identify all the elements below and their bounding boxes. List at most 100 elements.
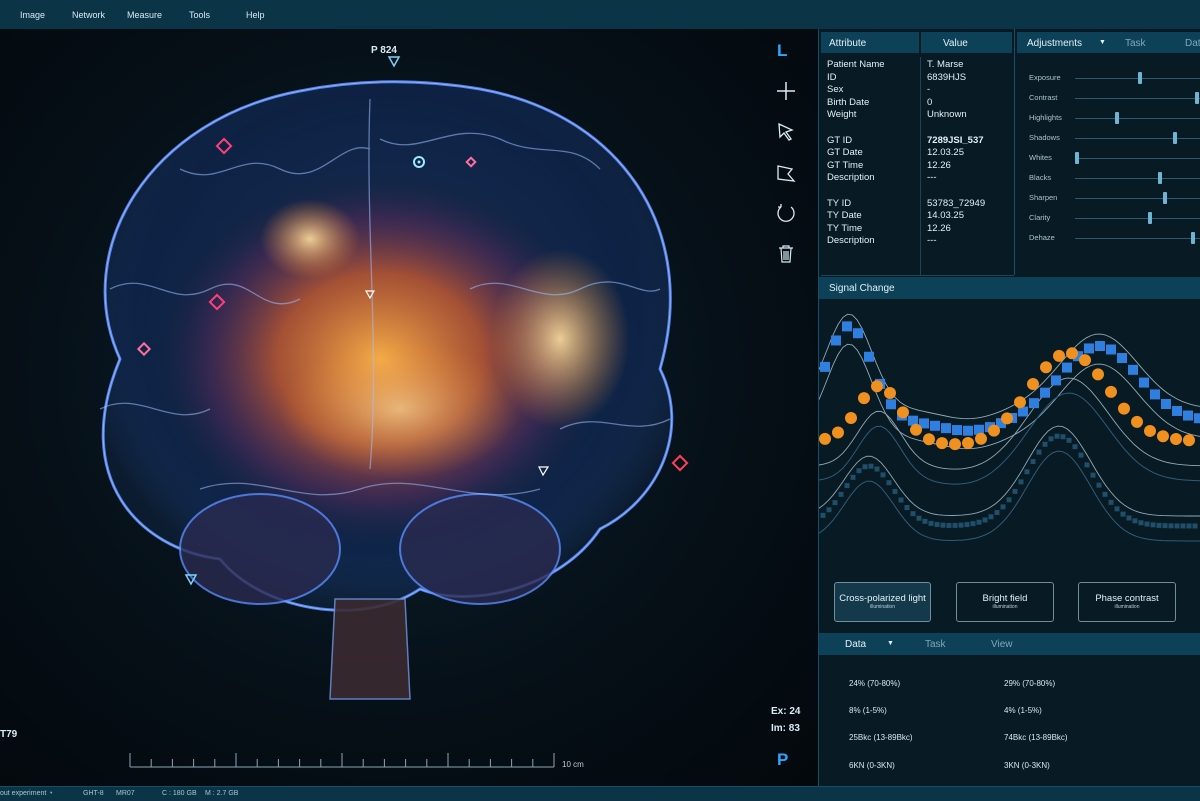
slider-handle[interactable] <box>1138 72 1143 84</box>
attribute-row: GT ID 7289JSI_537 <box>821 135 1014 147</box>
attribute-value: Unknown <box>927 109 967 121</box>
attribute-row <box>821 185 1014 197</box>
bright-field-button[interactable]: Bright field illumination <box>956 582 1054 622</box>
slider-track[interactable] <box>1075 118 1200 119</box>
add-tool-button[interactable] <box>770 75 802 107</box>
slider-handle[interactable] <box>1190 232 1195 244</box>
attribute-table: Patient Name T. Marse ID 6839HJS Sex - Birth D… <box>821 57 1014 276</box>
status-c: C : 180 GB <box>162 790 197 797</box>
signal-marker <box>1192 523 1198 529</box>
attribute-key: ID <box>827 71 837 83</box>
slider-label: Sharpen <box>1029 193 1058 202</box>
chevron-down-icon[interactable]: ▼ <box>887 640 894 647</box>
value-header-label: Value <box>943 38 968 49</box>
signal-marker <box>1150 522 1156 528</box>
signal-marker <box>1096 482 1102 488</box>
attribute-row: Weight Unknown <box>821 109 1014 121</box>
signal-marker <box>1092 368 1104 381</box>
tab-task[interactable]: Task <box>1125 38 1146 49</box>
signal-marker <box>1174 523 1180 529</box>
phase-contrast-button[interactable]: Phase contrast illumination <box>1078 582 1176 622</box>
menu-tools[interactable]: Tools <box>189 10 210 20</box>
signal-marker <box>1117 353 1127 364</box>
cursor-arrow-icon <box>778 122 794 141</box>
status-experiment: out experiment <box>0 790 47 797</box>
tab-adjustments[interactable]: Adjustments <box>1027 38 1082 49</box>
pointer-tool-button[interactable] <box>770 116 802 148</box>
slider-track[interactable] <box>1075 198 1200 199</box>
status-m: M : 2.7 GB <box>205 790 239 797</box>
cross-polarized-button[interactable]: Cross-polarized light illumination <box>834 582 931 622</box>
attribute-row: TY Time 12.26 <box>821 223 1014 235</box>
rotate-tool-button[interactable] <box>770 197 802 229</box>
attribute-row: Description --- <box>821 235 1014 247</box>
signal-marker <box>1126 515 1132 521</box>
image-viewer[interactable]: P 824 T79 Ex: 24 Im: 83 10 cm <box>0 29 818 786</box>
slider-label: Blacks <box>1029 173 1052 182</box>
slider-track[interactable] <box>1075 98 1200 99</box>
polygon-icon <box>777 165 796 182</box>
data-cell: 74Bkc (13-89Bkc) <box>1004 733 1068 742</box>
slider-track[interactable] <box>1075 218 1200 219</box>
tab-data-adjustments[interactable]: Data <box>1185 38 1200 49</box>
signal-marker <box>1194 413 1200 424</box>
menu-help[interactable]: Help <box>246 10 265 20</box>
slider-track[interactable] <box>1075 138 1200 139</box>
slider-handle[interactable] <box>1148 212 1153 224</box>
slider-handle[interactable] <box>1162 192 1167 204</box>
signal-marker <box>934 522 940 528</box>
attribute-row: GT Time 12.26 <box>821 160 1014 172</box>
attribute-value: 7289JSI_537 <box>927 134 984 146</box>
slider-handle[interactable] <box>1172 132 1177 144</box>
signal-marker <box>856 468 862 474</box>
slider-handle[interactable] <box>1115 112 1120 124</box>
polygon-tool-button[interactable] <box>770 157 802 189</box>
slider-handle[interactable] <box>1194 92 1199 104</box>
signal-marker <box>1027 378 1039 391</box>
attribute-header-label: Attribute <box>829 38 867 49</box>
signal-marker <box>1040 387 1050 398</box>
data-cell: 6KN (0-3KN) <box>849 761 895 770</box>
signal-marker <box>868 463 874 469</box>
attribute-key: GT ID <box>827 134 853 146</box>
slider-handle[interactable] <box>1075 152 1079 164</box>
signal-marker <box>940 522 946 528</box>
attribute-row: Patient Name T. Marse <box>821 59 1014 71</box>
signal-marker <box>946 522 952 528</box>
delete-tool-button[interactable] <box>770 238 802 270</box>
signal-marker <box>958 522 964 528</box>
tab-task-data[interactable]: Task <box>925 639 946 650</box>
signal-marker <box>1030 459 1036 465</box>
slider-track[interactable] <box>1075 238 1200 239</box>
signal-marker <box>1079 354 1091 367</box>
slider-track[interactable] <box>1075 178 1200 179</box>
tab-data[interactable]: Data <box>845 639 866 650</box>
menu-bar: Image Network Measure Tools Help <box>0 0 1200 30</box>
signal-marker <box>1084 462 1090 468</box>
slider-label: Exposure <box>1029 73 1061 82</box>
slider-handle[interactable] <box>1157 172 1162 184</box>
signal-marker <box>1156 522 1162 528</box>
menu-measure[interactable]: Measure <box>127 10 162 20</box>
menu-network[interactable]: Network <box>72 10 105 20</box>
slider-track[interactable] <box>1075 158 1200 159</box>
signal-marker <box>1183 434 1195 447</box>
signal-marker <box>819 432 831 445</box>
chevron-down-icon[interactable]: ▼ <box>1099 39 1106 46</box>
signal-marker <box>1051 375 1061 386</box>
signal-marker <box>1012 488 1018 494</box>
slider-label: Dehaze <box>1029 233 1055 242</box>
signal-marker <box>1090 472 1096 478</box>
orientation-bottom-letter: P <box>777 750 789 769</box>
attribute-key: Patient Name <box>827 59 885 70</box>
tab-view[interactable]: View <box>991 639 1013 650</box>
attribute-value: 14.03.25 <box>927 210 964 222</box>
signal-marker <box>1029 398 1039 409</box>
signal-marker <box>1170 433 1182 446</box>
signal-marker <box>1139 377 1149 388</box>
status-ght: GHT-8 <box>83 790 104 797</box>
signal-trace <box>819 313 1200 420</box>
signal-marker <box>832 426 844 439</box>
signal-marker <box>975 432 987 445</box>
menu-image[interactable]: Image <box>20 10 45 20</box>
